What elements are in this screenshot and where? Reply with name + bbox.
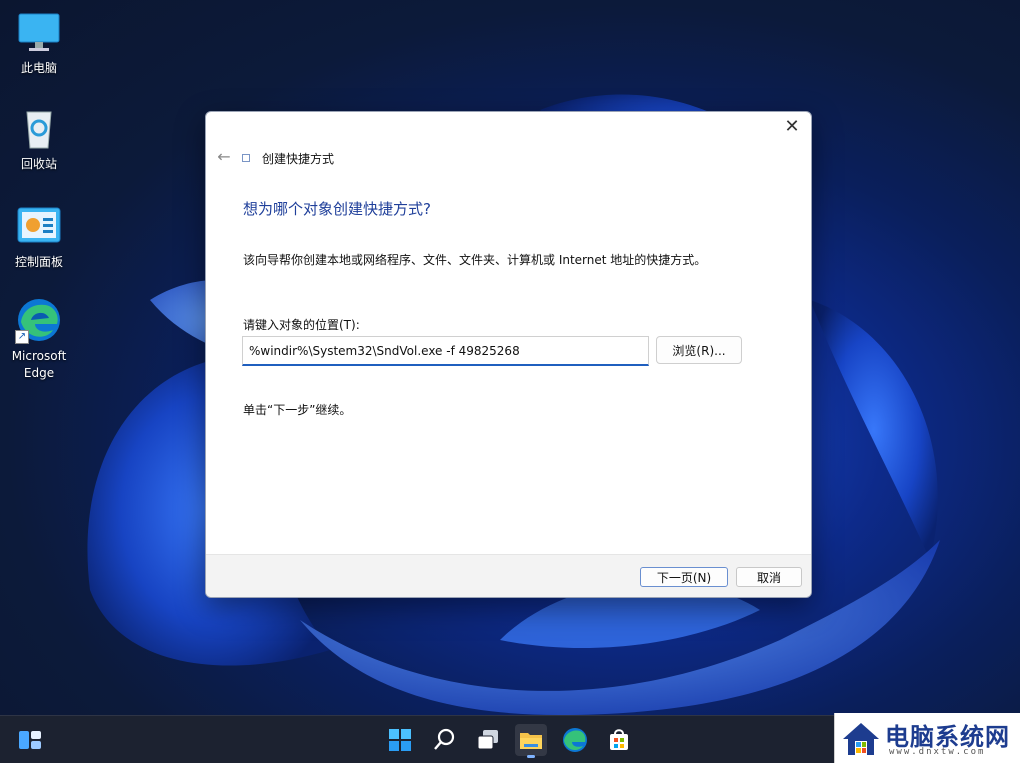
- start-icon: [389, 729, 411, 751]
- location-input[interactable]: [242, 336, 649, 366]
- edge-icon: ↗: [15, 296, 63, 344]
- continue-hint: 单击“下一步”继续。: [243, 403, 352, 417]
- computer-icon: [15, 8, 63, 56]
- desktop-icon-recycle-bin[interactable]: 回收站: [3, 104, 75, 173]
- desktop-icon-label: 回收站: [20, 157, 57, 171]
- wizard-description: 该向导帮你创建本地或网络程序、文件、文件夹、计算机或 Internet 地址的快…: [243, 253, 707, 267]
- desktop-icon-label: 此电脑: [20, 61, 57, 75]
- edge-taskbar-button[interactable]: [559, 724, 591, 756]
- store-icon: [610, 729, 628, 750]
- widgets-icon: [19, 731, 41, 749]
- watermark-url: www.dnxtw.com: [889, 747, 986, 757]
- widgets-button[interactable]: [14, 724, 46, 756]
- search-icon: [434, 728, 455, 750]
- dialog-title: 创建快捷方式: [262, 152, 335, 166]
- shortcut-arrow-icon: ↗: [15, 330, 29, 344]
- desktop-icon-this-pc[interactable]: 此电脑: [3, 8, 75, 77]
- task-view-icon: [477, 730, 498, 750]
- back-button[interactable]: ←: [212, 147, 236, 167]
- dialog-footer: 下一页(N) 取消: [206, 554, 811, 597]
- close-icon: ✕: [784, 116, 800, 137]
- task-view-button[interactable]: [472, 724, 504, 756]
- desktop-icon-label: Microsoft Edge: [11, 349, 67, 380]
- wizard-heading: 想为哪个对象创建快捷方式?: [243, 200, 431, 218]
- desktop-icon-control-panel[interactable]: 控制面板: [3, 202, 75, 271]
- recycle-bin-icon: [15, 104, 63, 152]
- cancel-button[interactable]: 取消: [736, 567, 802, 587]
- start-button[interactable]: [384, 724, 416, 756]
- next-button[interactable]: 下一页(N): [640, 567, 728, 587]
- control-panel-icon: [15, 202, 63, 250]
- edge-icon: [563, 728, 587, 752]
- store-button[interactable]: [603, 724, 635, 756]
- browse-button[interactable]: 浏览(R)...: [656, 336, 742, 364]
- file-explorer-icon: [520, 733, 542, 749]
- site-watermark: 电脑系统网 www.dnxtw.com: [834, 713, 1020, 763]
- search-button[interactable]: [428, 724, 460, 756]
- create-shortcut-dialog: ✕ ← 创建快捷方式 想为哪个对象创建快捷方式? 该向导帮你创建本地或网络程序、…: [205, 111, 812, 598]
- desktop-icon-edge[interactable]: ↗ Microsoft Edge: [3, 296, 75, 382]
- back-arrow-icon: ←: [217, 147, 231, 166]
- shortcut-icon: [242, 154, 250, 162]
- close-button[interactable]: ✕: [779, 116, 805, 140]
- file-explorer-button[interactable]: [515, 724, 547, 758]
- house-logo-icon: [843, 723, 879, 755]
- desktop-icon-label: 控制面板: [14, 255, 63, 269]
- location-field-label: 请键入对象的位置(T):: [243, 318, 360, 332]
